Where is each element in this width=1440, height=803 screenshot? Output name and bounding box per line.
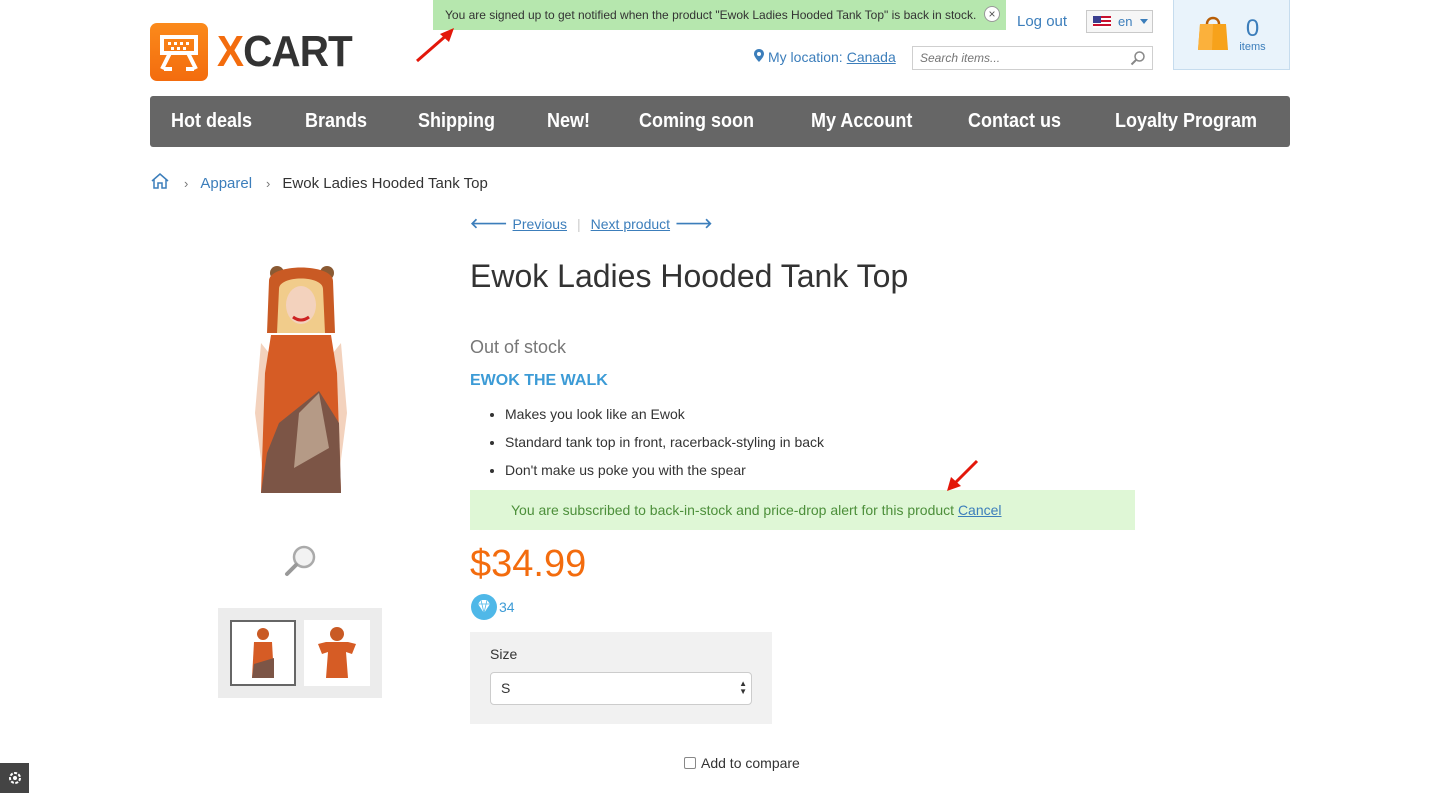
list-item: Don't make us poke you with the spear — [505, 460, 824, 488]
nav-coming-soon[interactable]: Coming soon — [639, 110, 754, 133]
product-subheading: EWOK THE WALK — [470, 372, 608, 389]
stock-status: Out of stock — [470, 337, 567, 357]
product-price: $34.99 — [470, 543, 587, 585]
logo-cart-icon — [150, 23, 208, 81]
nav-new[interactable]: New! — [547, 110, 590, 133]
nav-contact-us[interactable]: Contact us — [968, 110, 1061, 133]
logo-text: XCART — [217, 27, 353, 76]
breadcrumb-separator: › — [266, 175, 271, 191]
thumbnail-front[interactable] — [230, 620, 296, 686]
notification-text: You are signed up to get notified when t… — [445, 8, 977, 22]
previous-product-link[interactable]: Previous — [513, 216, 567, 232]
location-pin-icon — [754, 49, 764, 65]
thumbnail-gallery — [218, 608, 382, 698]
size-select[interactable]: S ▲ ▼ — [490, 672, 752, 705]
search-icon[interactable] — [1130, 50, 1146, 66]
product-navigation: 🡐 Previous | Next product 🡒 — [470, 215, 718, 232]
nav-brands[interactable]: Brands — [305, 110, 367, 133]
nav-shipping[interactable]: Shipping — [418, 110, 495, 133]
reward-points: 34 — [471, 594, 515, 620]
logout-link[interactable]: Log out — [1017, 13, 1067, 30]
language-selector[interactable]: en — [1086, 10, 1153, 33]
cart-count-number: 0 — [1245, 14, 1260, 42]
cart-count: 0 items — [1239, 14, 1266, 53]
list-item: Makes you look like an Ewok — [505, 404, 824, 432]
points-value: 34 — [499, 599, 515, 615]
location-label: My location: — [768, 49, 843, 65]
nav-loyalty-program[interactable]: Loyalty Program — [1115, 110, 1257, 133]
location-selector[interactable]: My location: Canada — [754, 49, 896, 65]
us-flag-icon — [1093, 15, 1111, 28]
main-navigation: Hot deals Brands Shipping New! Coming so… — [150, 96, 1290, 147]
list-item: Standard tank top in front, racerback-st… — [505, 432, 824, 460]
home-icon[interactable] — [150, 172, 170, 194]
alert-text: You are subscribed to back-in-stock and … — [511, 502, 955, 518]
nav-divider: | — [577, 215, 581, 232]
location-country[interactable]: Canada — [847, 49, 896, 65]
compare-label: Add to compare — [701, 755, 800, 771]
product-options: Size S ▲ ▼ — [470, 632, 772, 724]
diamond-icon — [471, 594, 497, 620]
nav-my-account[interactable]: My Account — [811, 110, 912, 133]
nav-hot-deals[interactable]: Hot deals — [171, 110, 252, 133]
size-select-value: S — [501, 680, 511, 696]
cancel-subscription-link[interactable]: Cancel — [958, 502, 1002, 518]
arrow-left-icon[interactable]: 🡐 — [470, 215, 508, 232]
settings-gear-icon[interactable] — [0, 763, 29, 793]
cart-count-label: items — [1239, 40, 1266, 53]
add-to-compare[interactable]: Add to compare — [684, 755, 800, 771]
annotation-arrow-icon — [416, 28, 454, 63]
product-image[interactable] — [239, 263, 363, 505]
select-arrows-icon: ▲ ▼ — [739, 679, 747, 696]
close-icon[interactable]: × — [984, 6, 1000, 22]
search-input[interactable] — [920, 51, 1120, 65]
size-label: Size — [490, 646, 518, 662]
breadcrumb-separator: › — [184, 175, 189, 191]
store-logo[interactable]: XCART — [150, 23, 364, 81]
subscription-alert: You are subscribed to back-in-stock and … — [470, 490, 1135, 530]
breadcrumb-apparel[interactable]: Apparel — [200, 175, 252, 192]
product-title: Ewok Ladies Hooded Tank Top — [470, 258, 909, 294]
compare-checkbox[interactable] — [684, 757, 696, 769]
chevron-down-icon — [1140, 19, 1149, 24]
back-in-stock-notification: You are signed up to get notified when t… — [433, 0, 1006, 30]
zoom-icon[interactable] — [283, 543, 319, 579]
mini-cart[interactable]: 0 items — [1173, 0, 1290, 70]
search-box[interactable] — [912, 46, 1153, 70]
arrow-right-icon[interactable]: 🡒 — [675, 215, 713, 232]
thumbnail-back[interactable] — [304, 620, 370, 686]
next-product-link[interactable]: Next product — [591, 216, 670, 232]
annotation-arrow-icon — [947, 459, 979, 491]
shopping-bag-icon — [1197, 12, 1229, 57]
language-label: en — [1118, 14, 1133, 29]
feature-list: Makes you look like an Ewok Standard tan… — [470, 404, 824, 488]
breadcrumb-current: Ewok Ladies Hooded Tank Top — [282, 174, 488, 192]
breadcrumb: › Apparel › Ewok Ladies Hooded Tank Top — [150, 172, 488, 194]
